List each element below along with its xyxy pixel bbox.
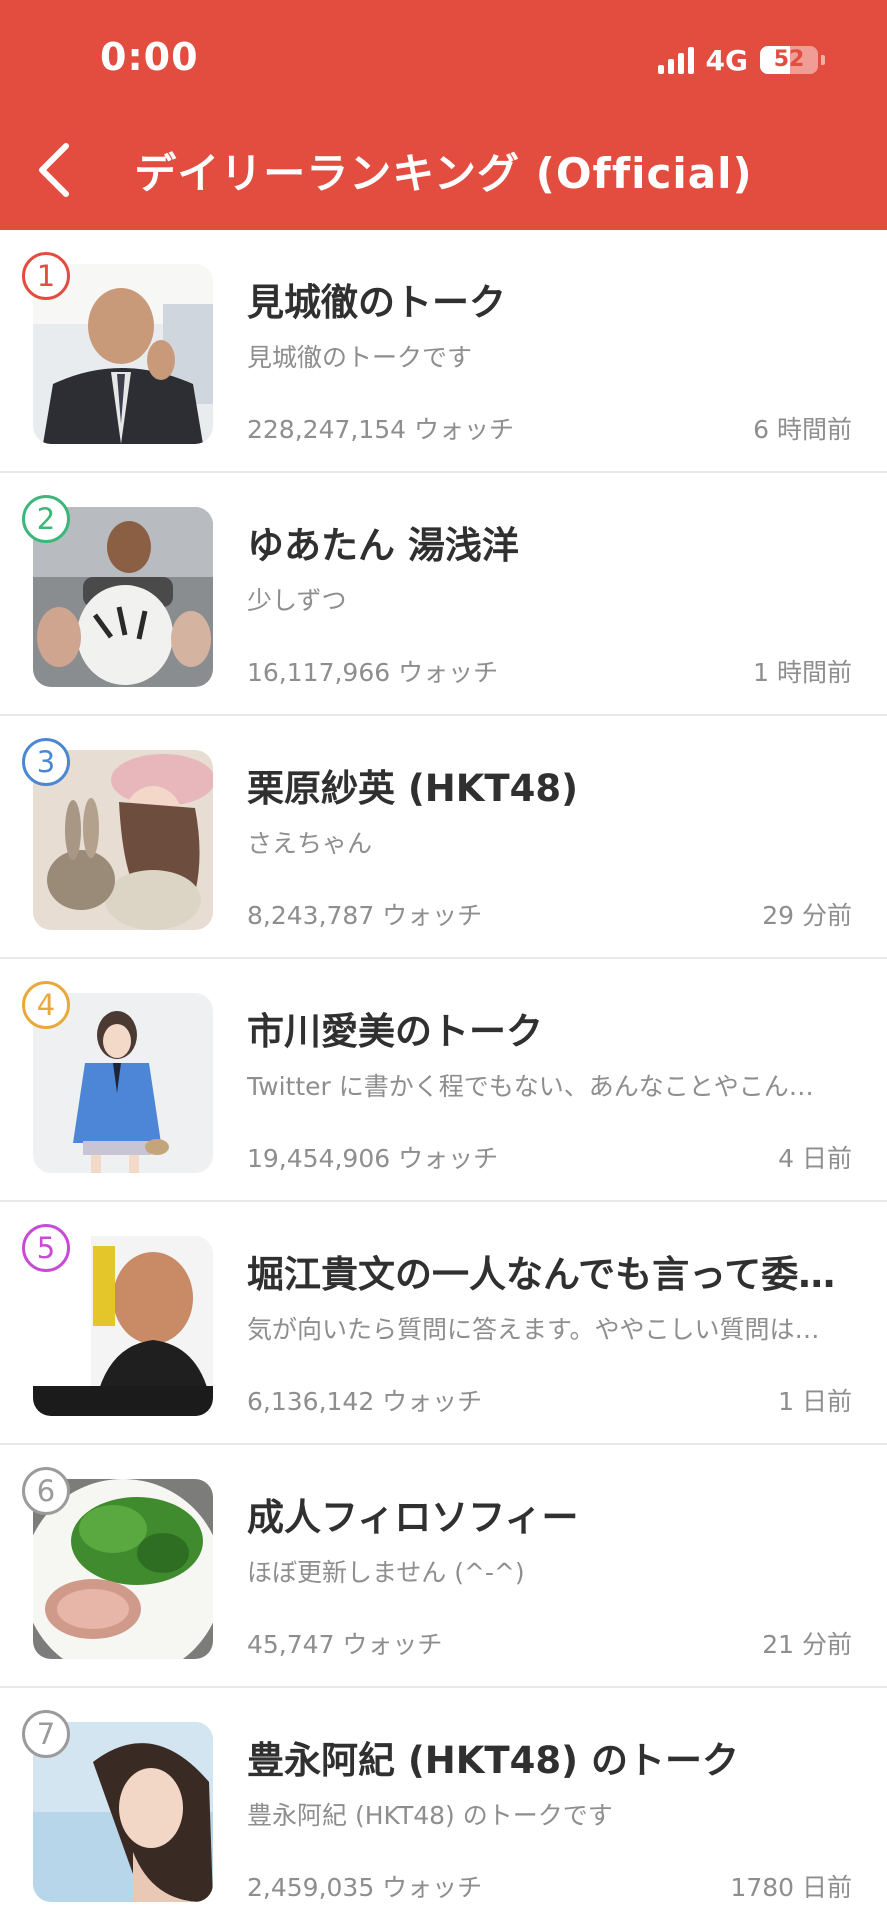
updated-time: 21 分前: [762, 1630, 852, 1659]
ranking-subtitle: 豊永阿紀 (HKT48) のトークです: [247, 1801, 613, 1830]
updated-time: 6 時間前: [753, 415, 852, 444]
rank-badge: 4: [22, 981, 70, 1029]
ranking-item[interactable]: 4 市川愛美のトーク Twitter に書かく程でもない、あんなことやこん… 1…: [0, 959, 887, 1202]
ranking-item[interactable]: 7 豊永阿紀 (HKT48) のトーク 豊永阿紀 (HKT48) のトークです …: [0, 1688, 887, 1920]
updated-time: 4 日前: [778, 1144, 852, 1173]
watch-count: 6,136,142 ウォッチ: [247, 1387, 483, 1416]
ranking-list: 1 見城徹のトーク 見城徹のトークです 228,247,154 ウォッチ 6 時…: [0, 230, 887, 1920]
rank-badge: 1: [22, 252, 70, 300]
ranking-title: 見城徹のトーク: [247, 281, 506, 324]
ranking-title: 成人フィロソフィー: [247, 1496, 579, 1539]
watch-count: 45,747 ウォッチ: [247, 1630, 443, 1659]
watch-count: 16,117,966 ウォッチ: [247, 658, 499, 687]
status-time: 0:00: [100, 35, 199, 79]
top-bar: 0:00 4G 52 デイリーランキング (Official): [0, 0, 887, 230]
ranking-item[interactable]: 6 成人フィロソフィー ほぼ更新しません (^-^) 45,747 ウォッチ 2…: [0, 1445, 887, 1688]
watch-count: 228,247,154 ウォッチ: [247, 415, 514, 444]
ranking-item[interactable]: 1 見城徹のトーク 見城徹のトークです 228,247,154 ウォッチ 6 時…: [0, 230, 887, 473]
status-indicators: 4G 52: [657, 40, 825, 80]
watch-count: 19,454,906 ウォッチ: [247, 1144, 499, 1173]
updated-time: 29 分前: [762, 901, 852, 930]
ranking-item[interactable]: 5 堀江貴文の一人なんでも言って委… 気が向いたら質問に答えます。ややこしい質問…: [0, 1202, 887, 1445]
ranking-title: 豊永阿紀 (HKT48) のトーク: [247, 1739, 739, 1782]
ranking-subtitle: さえちゃん: [247, 829, 373, 858]
ranking-subtitle: ほぼ更新しません (^-^): [247, 1558, 525, 1587]
battery-cap: [821, 55, 825, 65]
page-title: デイリーランキング (Official): [134, 149, 753, 198]
ranking-item[interactable]: 2 ゆあたん 湯浅洋 少しずつ 16,117,966 ウォッチ 1 時間前: [0, 473, 887, 716]
ranking-title: 堀江貴文の一人なんでも言って委…: [247, 1253, 836, 1296]
network-label: 4G: [705, 43, 748, 77]
battery-icon: 52: [760, 46, 818, 74]
ranking-subtitle: 少しずつ: [247, 586, 347, 615]
rank-badge: 7: [22, 1710, 70, 1758]
updated-time: 1780 日前: [730, 1873, 852, 1902]
ranking-title: 栗原紗英 (HKT48): [247, 767, 579, 810]
updated-time: 1 時間前: [753, 658, 852, 687]
rank-badge: 2: [22, 495, 70, 543]
ranking-subtitle: 見城徹のトークです: [247, 343, 473, 372]
watch-count: 8,243,787 ウォッチ: [247, 901, 483, 930]
rank-badge: 3: [22, 738, 70, 786]
updated-time: 1 日前: [778, 1387, 852, 1416]
ranking-title: ゆあたん 湯浅洋: [247, 524, 519, 567]
ranking-title: 市川愛美のトーク: [247, 1010, 543, 1053]
ranking-subtitle: Twitter に書かく程でもない、あんなことやこん…: [247, 1072, 814, 1101]
signal-icon: [657, 46, 694, 74]
watch-count: 2,459,035 ウォッチ: [247, 1873, 483, 1902]
rank-badge: 6: [22, 1467, 70, 1515]
ranking-subtitle: 気が向いたら質問に答えます。ややこしい質問は…: [247, 1315, 820, 1344]
ranking-item[interactable]: 3 栗原紗英 (HKT48) さえちゃん 8,243,787 ウォッチ 29 分…: [0, 716, 887, 959]
rank-badge: 5: [22, 1224, 70, 1272]
app-screen: 0:00 4G 52 デイリーランキング (Official) 1 見城徹のトー…: [0, 0, 887, 1920]
battery-level: 52: [773, 47, 805, 72]
